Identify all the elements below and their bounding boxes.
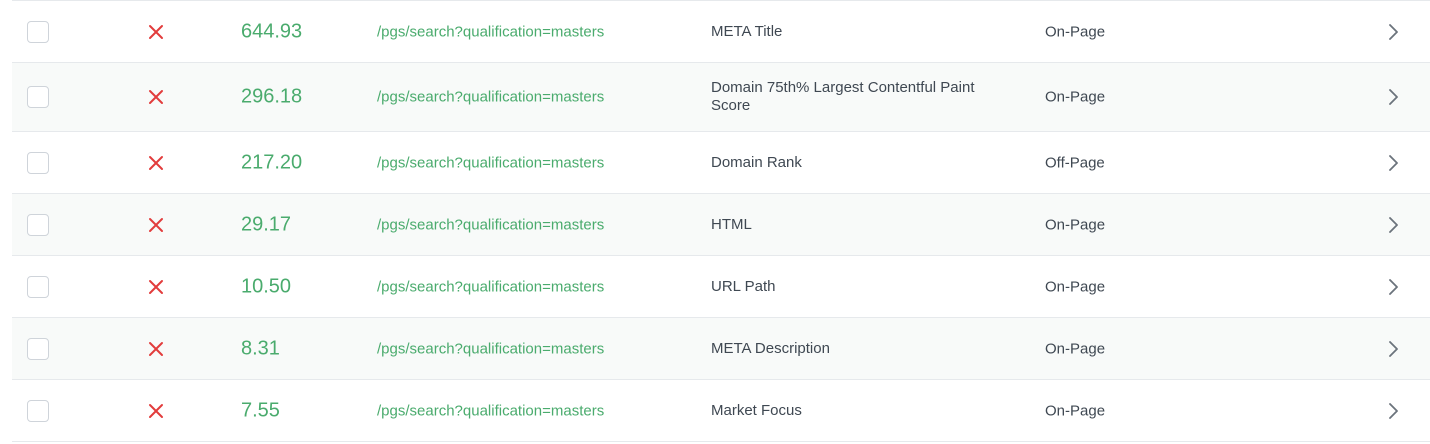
x-mark-icon <box>148 279 164 295</box>
url-link[interactable]: /pgs/search?qualification=masters <box>377 23 604 40</box>
category-label: On-Page <box>1045 340 1106 357</box>
x-mark-icon <box>148 24 164 40</box>
category-label: On-Page <box>1045 216 1106 233</box>
url-link[interactable]: /pgs/search?qualification=masters <box>377 216 604 233</box>
x-mark-icon <box>148 341 164 357</box>
row-checkbox[interactable] <box>27 399 49 422</box>
score-value: 296.18 <box>241 85 303 108</box>
factor-name: Market Focus <box>711 401 802 419</box>
table-row[interactable]: 217.20 /pgs/search?qualification=masters… <box>12 132 1430 194</box>
table-row[interactable]: 7.55 /pgs/search?qualification=masters M… <box>12 380 1430 442</box>
row-checkbox[interactable] <box>27 20 49 43</box>
row-checkbox[interactable] <box>27 86 49 108</box>
chevron-right-icon[interactable] <box>1386 278 1400 296</box>
row-checkbox[interactable] <box>27 337 49 360</box>
row-checkbox[interactable] <box>27 151 49 174</box>
category-label: Off-Page <box>1045 154 1105 171</box>
factor-name: META Title <box>711 22 783 40</box>
table-row[interactable]: 296.18 /pgs/search?qualification=masters… <box>12 63 1430 132</box>
factor-name: META Description <box>711 339 830 357</box>
x-mark-icon <box>148 89 164 105</box>
chevron-right-icon[interactable] <box>1386 154 1400 172</box>
score-value: 29.17 <box>241 213 292 235</box>
chevron-right-icon[interactable] <box>1386 402 1400 420</box>
url-link[interactable]: /pgs/search?qualification=masters <box>377 154 604 171</box>
row-checkbox[interactable] <box>27 275 49 298</box>
category-label: On-Page <box>1045 402 1106 419</box>
score-value: 217.20 <box>241 151 303 173</box>
row-checkbox[interactable] <box>27 213 49 236</box>
table-row[interactable]: 10.50 /pgs/search?qualification=masters … <box>12 256 1430 318</box>
x-mark-icon <box>148 155 164 171</box>
factor-name: Domain Rank <box>711 153 802 171</box>
chevron-right-icon[interactable] <box>1386 340 1400 358</box>
score-value: 7.55 <box>241 399 280 421</box>
score-value: 644.93 <box>241 20 303 42</box>
category-label: On-Page <box>1045 88 1106 106</box>
x-mark-icon <box>148 403 164 419</box>
score-value: 8.31 <box>241 337 280 359</box>
chevron-right-icon[interactable] <box>1386 88 1400 106</box>
url-link[interactable]: /pgs/search?qualification=masters <box>377 89 604 106</box>
table-row[interactable]: 29.17 /pgs/search?qualification=masters … <box>12 194 1430 256</box>
factor-name: HTML <box>711 215 752 233</box>
url-link[interactable]: /pgs/search?qualification=masters <box>377 340 604 357</box>
table-row[interactable]: 644.93 /pgs/search?qualification=masters… <box>12 0 1430 63</box>
category-label: On-Page <box>1045 278 1106 295</box>
results-table: 644.93 /pgs/search?qualification=masters… <box>12 0 1430 442</box>
table-row[interactable]: 8.31 /pgs/search?qualification=masters M… <box>12 318 1430 380</box>
score-value: 10.50 <box>241 275 292 297</box>
url-link[interactable]: /pgs/search?qualification=masters <box>377 402 604 419</box>
chevron-right-icon[interactable] <box>1386 23 1400 41</box>
url-link[interactable]: /pgs/search?qualification=masters <box>377 278 604 295</box>
factor-name: URL Path <box>711 277 776 295</box>
chevron-right-icon[interactable] <box>1386 216 1400 234</box>
category-label: On-Page <box>1045 23 1106 40</box>
factor-name: Domain 75th% Largest Contentful Paint Sc… <box>711 79 975 114</box>
x-mark-icon <box>148 217 164 233</box>
